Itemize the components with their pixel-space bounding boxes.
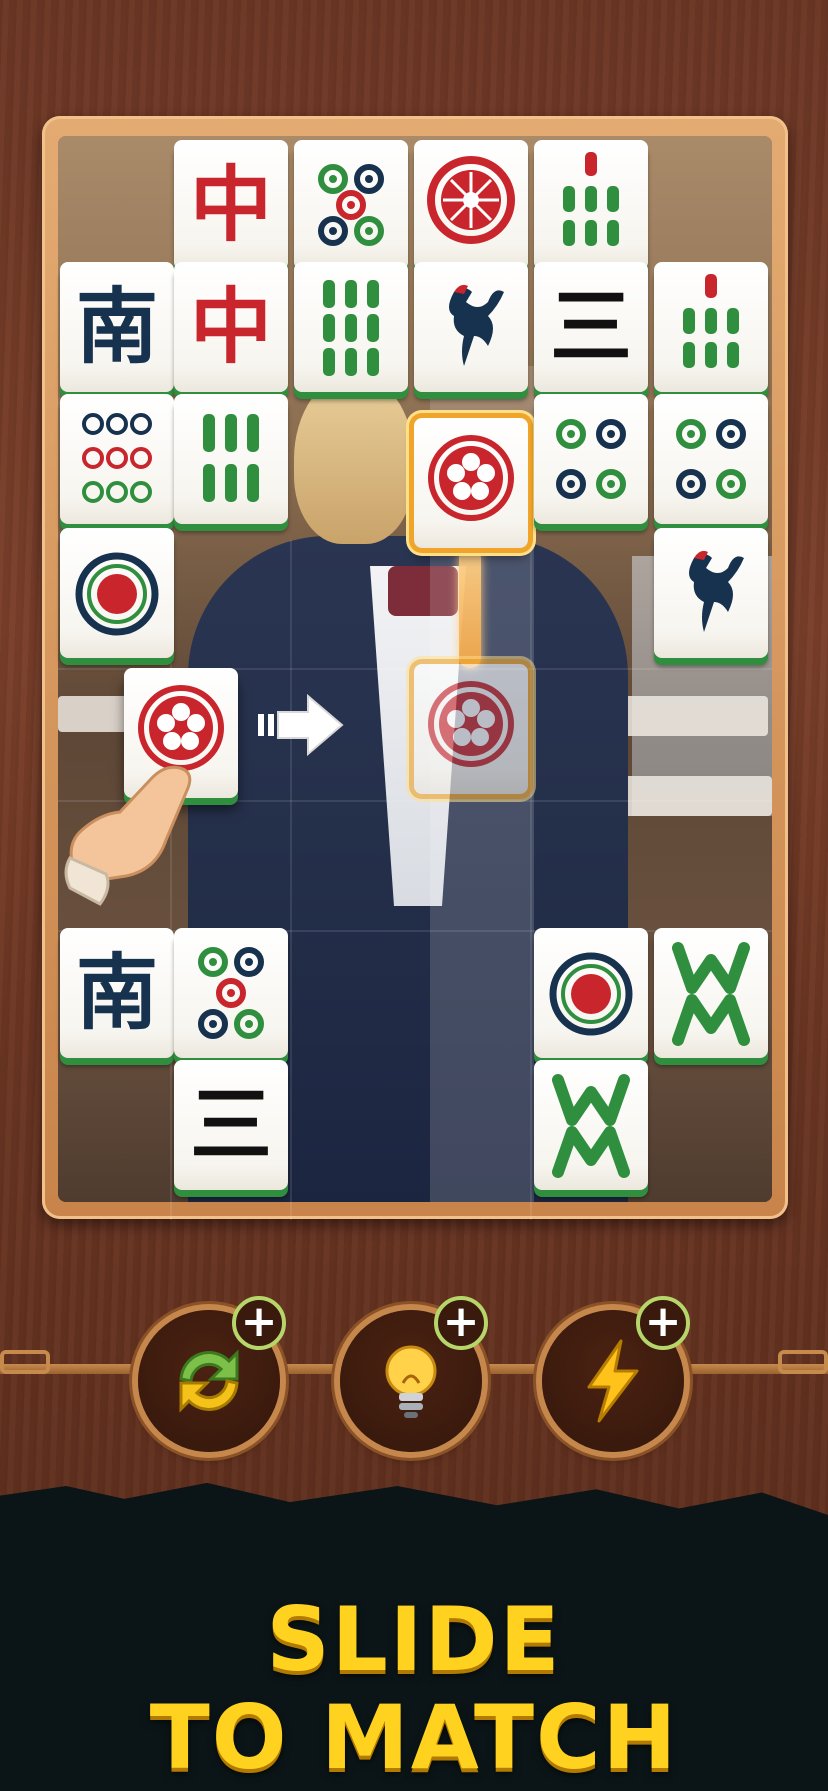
match-connector [459,548,481,668]
circles-5-icon [318,164,384,246]
plum-blossom-icon [428,435,514,521]
tile-plum-blossom-selected[interactable] [414,418,528,548]
bamboo-6-icon [203,414,259,502]
tile-three[interactable]: 三 [534,262,648,392]
headline-line-2: TO MATCH [149,1686,679,1789]
circles-5-icon [198,947,264,1039]
tile-label: 南 [75,279,158,375]
bird-icon [449,284,504,366]
lightning-icon [587,1339,639,1423]
tile-label: 三 [549,279,632,375]
bamboo-7-icon [683,274,739,368]
grid-line [530,540,532,1220]
circle-1-icon [549,952,633,1036]
tile-circles-4[interactable] [534,394,648,524]
tile-label: 南 [75,945,158,1041]
tile-south-wind[interactable]: 南 [60,262,174,392]
tile-circle-1[interactable] [534,928,648,1058]
rail-cap [778,1350,828,1374]
tile-bamboo-7[interactable] [534,140,648,270]
game-screen: 中 南 中 三 南 三 + + + SLIDE TO MATCH [0,0,828,1791]
plum-blossom-icon [428,681,514,767]
tile-label: 三 [189,1077,272,1173]
tile-circles-4[interactable] [654,394,768,524]
tile-circles-5[interactable] [294,140,408,270]
tile-bird[interactable] [654,528,768,658]
lightbulb-icon [385,1345,437,1418]
tile-green-dragon[interactable] [534,1060,648,1190]
tile-green-dragon[interactable] [654,928,768,1058]
tile-circle-1[interactable] [60,528,174,658]
tile-bird[interactable] [414,262,528,392]
rail-cap [0,1350,50,1374]
tile-red-dragon[interactable]: 中 [174,262,288,392]
tile-bamboo-9[interactable] [294,262,408,392]
bamboo-7-icon [563,152,619,246]
background-person-hair [294,374,414,544]
tile-label: 中 [189,157,272,253]
headline-line-1: SLIDE [266,1588,562,1691]
circles-9-icon [82,413,152,503]
grid-line [290,540,292,1220]
green-dragon-icon [672,942,750,1046]
right-arrow-icon [258,693,344,757]
shuffle-icon [179,1349,239,1413]
tile-south-wind[interactable]: 南 [60,928,174,1058]
hint-plus-badge[interactable]: + [434,1296,488,1350]
bamboo-9-icon [323,280,379,376]
tile-big-wheel[interactable] [414,140,528,270]
big-wheel-icon [427,156,515,244]
tile-bamboo-7[interactable] [654,262,768,392]
background-table [618,776,772,816]
shuffle-plus-badge[interactable]: + [232,1296,286,1350]
circles-4-icon [556,419,626,499]
tile-circles-9[interactable] [60,394,174,524]
bird-icon [689,550,744,632]
circle-1-icon [75,552,159,636]
tile-bamboo-6[interactable] [174,394,288,524]
tile-red-dragon[interactable]: 中 [174,140,288,270]
tile-circles-5[interactable] [174,928,288,1058]
boost-plus-badge[interactable]: + [636,1296,690,1350]
tile-plum-blossom-target[interactable] [414,664,528,794]
pointing-hand-icon [64,765,192,906]
tile-three[interactable]: 三 [174,1060,288,1190]
circles-4-icon [676,419,746,499]
tile-label: 中 [189,279,272,375]
green-dragon-icon [552,1074,630,1178]
